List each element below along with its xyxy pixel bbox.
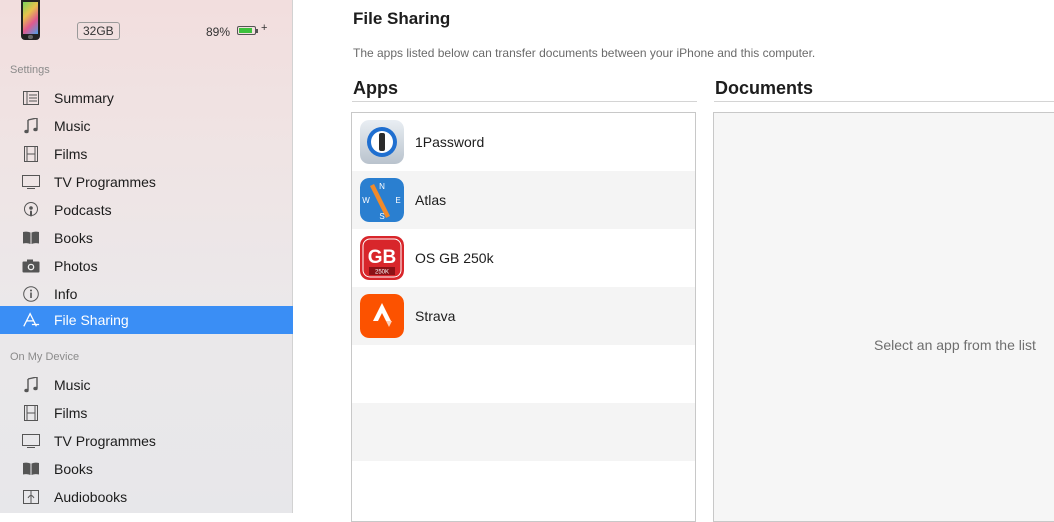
sidebar-item-file-sharing[interactable]: File Sharing bbox=[0, 306, 293, 334]
documents-divider bbox=[714, 101, 1054, 102]
app-name: 1Password bbox=[415, 134, 485, 150]
audiobook-icon bbox=[22, 488, 40, 506]
app-name: Atlas bbox=[415, 192, 447, 208]
empty-row bbox=[352, 345, 695, 403]
sidebar-item-label: Films bbox=[54, 405, 88, 421]
sidebar-item-films[interactable]: Films bbox=[0, 140, 293, 168]
svg-text:S: S bbox=[379, 212, 384, 221]
book-icon bbox=[22, 460, 40, 478]
summary-icon bbox=[22, 89, 40, 107]
app-row-atlas[interactable]: N S W E Atlas bbox=[352, 171, 695, 229]
svg-text:E: E bbox=[395, 196, 400, 205]
empty-row bbox=[352, 403, 695, 461]
osgb-icon-text: GB bbox=[368, 247, 397, 268]
tv-icon bbox=[22, 432, 40, 450]
app-row-os-gb-250k[interactable]: GB 250K OS GB 250k bbox=[352, 229, 695, 287]
sidebar-item-photos[interactable]: Photos bbox=[0, 252, 293, 280]
osgb-app-icon: GB 250K bbox=[360, 236, 404, 280]
sidebar: 32GB 89% + Settings Summary Music Films … bbox=[0, 0, 293, 513]
sidebar-item-label: File Sharing bbox=[54, 312, 129, 328]
app-row-1password[interactable]: 1Password bbox=[352, 113, 695, 171]
music-note-icon bbox=[22, 376, 40, 394]
book-icon bbox=[22, 229, 40, 247]
on-my-device-section-label: On My Device bbox=[10, 351, 80, 363]
documents-empty-message: Select an app from the list bbox=[874, 337, 1036, 353]
sidebar-item-device-films[interactable]: Films bbox=[0, 399, 293, 427]
sidebar-item-label: Music bbox=[54, 118, 91, 134]
documents-pane[interactable]: Select an app from the list bbox=[713, 112, 1054, 522]
empty-row bbox=[352, 461, 695, 519]
sidebar-item-label: Books bbox=[54, 461, 93, 477]
osgb-icon-subtext: 250K bbox=[375, 270, 389, 276]
sidebar-item-device-books[interactable]: Books bbox=[0, 455, 293, 483]
apps-header: Apps bbox=[353, 78, 398, 98]
file-sharing-icon bbox=[22, 311, 40, 329]
info-icon bbox=[22, 285, 40, 303]
sidebar-item-label: Audiobooks bbox=[54, 489, 128, 505]
film-icon bbox=[22, 404, 40, 422]
sidebar-item-summary[interactable]: Summary bbox=[0, 84, 293, 112]
sidebar-item-label: Info bbox=[54, 286, 78, 302]
sidebar-item-label: TV Programmes bbox=[54, 433, 156, 449]
sidebar-item-music[interactable]: Music bbox=[0, 112, 293, 140]
sidebar-item-label: TV Programmes bbox=[54, 174, 156, 190]
podcast-icon bbox=[22, 201, 40, 219]
sidebar-item-device-audiobooks[interactable]: Audiobooks bbox=[0, 483, 293, 511]
device-header[interactable]: 32GB 89% + bbox=[0, 0, 293, 52]
sidebar-item-label: Music bbox=[54, 377, 91, 393]
1password-app-icon bbox=[360, 120, 404, 164]
sidebar-item-podcasts[interactable]: Podcasts bbox=[0, 196, 293, 224]
battery-percent: 89% bbox=[206, 25, 231, 39]
app-row-strava[interactable]: Strava bbox=[352, 287, 695, 345]
sidebar-item-label: Podcasts bbox=[54, 202, 112, 218]
music-note-icon bbox=[22, 117, 40, 135]
documents-header: Documents bbox=[715, 78, 814, 98]
device-capacity-badge: 32GB bbox=[77, 22, 120, 40]
film-icon bbox=[22, 145, 40, 163]
apps-divider bbox=[352, 101, 697, 102]
sidebar-item-device-tv-programmes[interactable]: TV Programmes bbox=[0, 427, 293, 455]
sidebar-item-device-music[interactable]: Music bbox=[0, 371, 293, 399]
page-description: The apps listed below can transfer docum… bbox=[353, 46, 816, 60]
sidebar-item-label: Books bbox=[54, 230, 93, 246]
tv-icon bbox=[22, 173, 40, 191]
sidebar-item-label: Summary bbox=[54, 90, 114, 106]
camera-icon bbox=[22, 257, 40, 275]
app-name: Strava bbox=[415, 308, 456, 324]
sidebar-item-info[interactable]: Info bbox=[0, 280, 293, 308]
app-name: OS GB 250k bbox=[415, 250, 494, 266]
sidebar-item-books[interactable]: Books bbox=[0, 224, 293, 252]
page-title: File Sharing bbox=[353, 9, 451, 28]
sidebar-item-label: Photos bbox=[54, 258, 98, 274]
apps-list[interactable]: 1Password N S W E Atlas GB 250K OS GB 25… bbox=[351, 112, 696, 522]
battery-icon bbox=[237, 26, 258, 35]
sidebar-item-tv-programmes[interactable]: TV Programmes bbox=[0, 168, 293, 196]
svg-text:W: W bbox=[362, 196, 370, 205]
sidebar-item-label: Films bbox=[54, 146, 88, 162]
atlas-app-icon: N S W E bbox=[360, 178, 404, 222]
charging-icon: + bbox=[261, 22, 268, 34]
strava-app-icon bbox=[360, 294, 404, 338]
svg-text:N: N bbox=[379, 182, 385, 191]
settings-section-label: Settings bbox=[10, 64, 50, 76]
iphone-icon bbox=[21, 0, 40, 40]
